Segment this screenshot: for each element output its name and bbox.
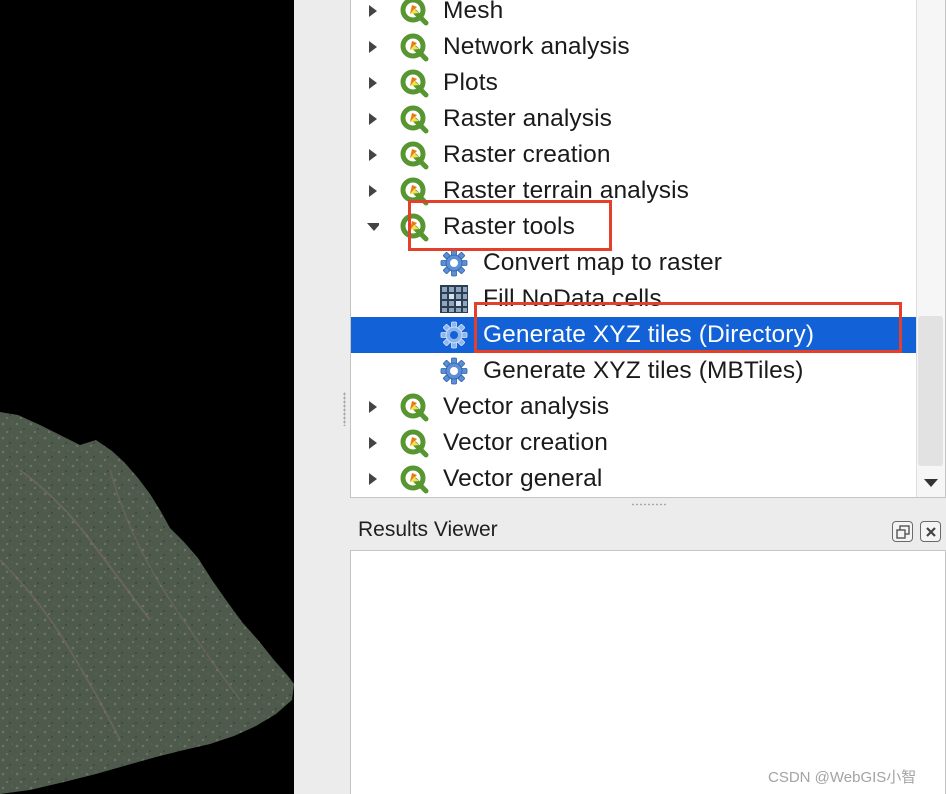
expand-arrow-icon[interactable] [367, 76, 379, 90]
tree-group-label: Vector creation [443, 429, 608, 456]
tree-group-label: Vector general [443, 465, 603, 492]
qgis-logo-icon [399, 32, 429, 62]
qgis-logo-icon [399, 140, 429, 170]
tree-group-plots[interactable]: Plots [351, 65, 917, 101]
expand-arrow-icon[interactable] [367, 148, 379, 162]
qgis-logo-icon [399, 104, 429, 134]
tree-group-label: Mesh [443, 0, 504, 24]
expand-arrow-icon[interactable] [367, 184, 379, 198]
gear-icon [439, 356, 469, 386]
gear-icon [439, 320, 469, 350]
qgis-logo-icon [399, 0, 429, 26]
panel-splitter[interactable] [294, 0, 338, 794]
splitter-grip[interactable] [343, 392, 346, 426]
tree-group-label: Raster creation [443, 141, 611, 168]
scroll-down-arrow-icon[interactable] [918, 470, 943, 496]
qgis-logo-icon [399, 464, 429, 494]
tree-group-label: Plots [443, 69, 498, 96]
tree-group-vector-general[interactable]: Vector general [351, 461, 917, 497]
tree-group-mesh[interactable]: Mesh [351, 0, 917, 29]
tree-group-label: Network analysis [443, 33, 630, 60]
qgis-logo-icon [399, 428, 429, 458]
results-viewer-title: Results Viewer [358, 518, 498, 541]
tree-group-raster-analysis[interactable]: Raster analysis [351, 101, 917, 137]
map-canvas[interactable] [0, 0, 294, 794]
expand-arrow-icon[interactable] [367, 436, 379, 450]
collapse-arrow-icon[interactable] [367, 220, 379, 234]
grid-icon [439, 284, 469, 314]
tree-group-vector-creation[interactable]: Vector creation [351, 425, 917, 461]
tree-group-label: Raster analysis [443, 105, 612, 132]
expand-arrow-icon[interactable] [367, 112, 379, 126]
expand-arrow-icon[interactable] [367, 4, 379, 18]
qgis-logo-icon [399, 392, 429, 422]
expand-arrow-icon[interactable] [367, 40, 379, 54]
annotation-box-raster-tools [408, 200, 612, 251]
tree-algorithm-label: Convert map to raster [483, 249, 723, 276]
dock-splitter-grip[interactable] [631, 503, 667, 506]
tree-group-raster-creation[interactable]: Raster creation [351, 137, 917, 173]
tree-group-label: Vector analysis [443, 393, 610, 420]
expand-arrow-icon[interactable] [367, 472, 379, 486]
qgis-logo-icon [399, 68, 429, 98]
annotation-box-generate-xyz-tiles [474, 302, 902, 353]
tree-algorithm-label: Generate XYZ tiles (MBTiles) [483, 357, 804, 384]
satellite-raster-layer [0, 412, 294, 794]
tree-algorithm-generate-xyz-tiles-mbtiles[interactable]: Generate XYZ tiles (MBTiles) [351, 353, 917, 389]
gear-icon [439, 248, 469, 278]
results-viewer-body[interactable] [350, 550, 946, 794]
watermark: CSDN @WebGIS小智 [768, 769, 917, 786]
scrollbar-thumb[interactable] [918, 316, 943, 466]
close-icon[interactable] [920, 521, 941, 542]
tree-group-vector-analysis[interactable]: Vector analysis [351, 389, 917, 425]
tree-group-network-analysis[interactable]: Network analysis [351, 29, 917, 65]
expand-arrow-icon[interactable] [367, 400, 379, 414]
float-dock-icon[interactable] [892, 521, 913, 542]
